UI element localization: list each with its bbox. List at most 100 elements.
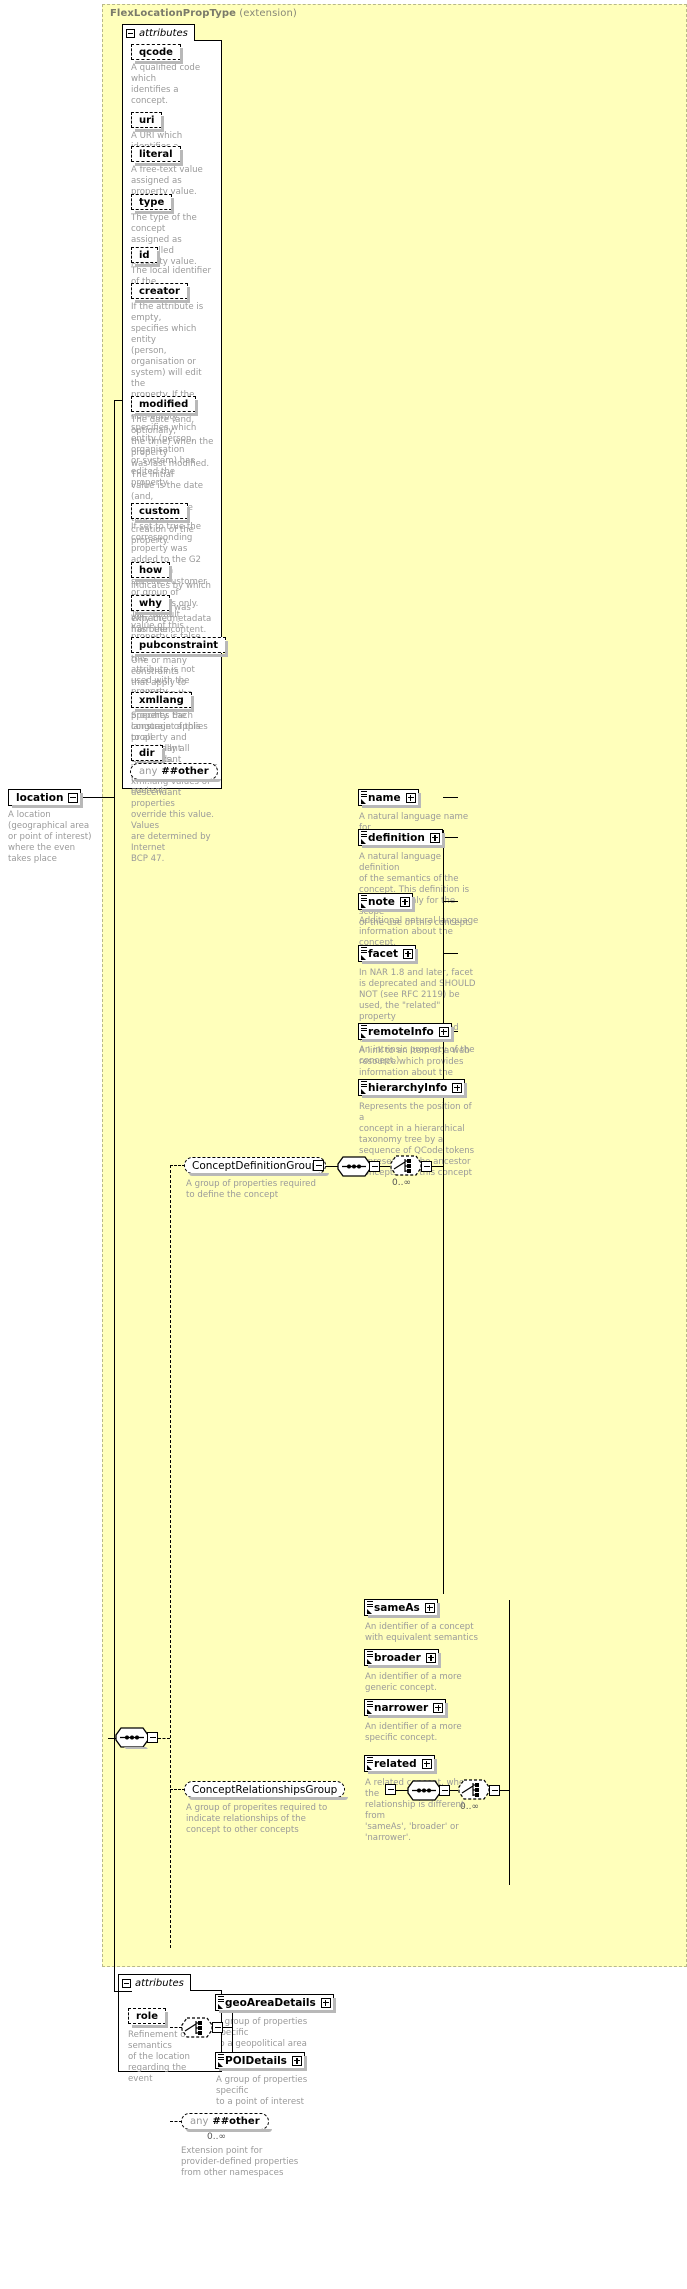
- expand-plus-icon[interactable]: [424, 1602, 435, 1613]
- connector: [443, 953, 458, 954]
- element-definition[interactable]: definition: [358, 829, 445, 848]
- choice-compositor-details[interactable]: [180, 2016, 213, 2038]
- group-doc-conceptdefinitiongroup: A group of properties required to define…: [186, 1179, 316, 1200]
- expand-plus-icon[interactable]: [433, 1702, 444, 1713]
- element-related[interactable]: related: [364, 1755, 437, 1774]
- attribute-chip-pubconstraint[interactable]: pubconstraint: [131, 637, 229, 657]
- content-any-other-chip[interactable]: any ##other: [181, 2113, 272, 2132]
- group-doc-conceptrelationshipsgroup: A group of properites required to indica…: [186, 1803, 328, 1835]
- expand-plus-icon[interactable]: [399, 896, 410, 907]
- element-name[interactable]: name: [358, 789, 421, 808]
- attributes-compartment-tab[interactable]: attributes: [122, 24, 195, 41]
- attribute-label: type: [139, 196, 165, 208]
- element-doc-broader: An identifier of a more generic concept.: [365, 1672, 462, 1693]
- element-broader[interactable]: broader: [364, 1649, 441, 1668]
- extension-type-suffix: (extension): [239, 8, 297, 19]
- extension-type-name: FlexLocationPropType: [110, 8, 236, 19]
- reference-arrow-icon: [367, 1608, 373, 1614]
- group-label: ConceptRelationshipsGroup: [192, 1783, 338, 1796]
- group-collapse-conceptrelationshipsgroup[interactable]: [385, 1784, 396, 1795]
- element-poidetails[interactable]: POIDetails: [215, 2052, 307, 2071]
- collapse-minus-icon[interactable]: [122, 1978, 131, 1988]
- connector-dashed: [170, 1165, 171, 1948]
- attribute-label: how: [139, 564, 163, 576]
- content-sequence-compositor[interactable]: [115, 1727, 149, 1749]
- element-remoteinfo[interactable]: remoteInfo: [358, 1023, 454, 1042]
- content-sequence-collapse[interactable]: [147, 1732, 158, 1743]
- attribute-chip-how[interactable]: how: [131, 562, 173, 582]
- sequence-collapse-conceptdefinition[interactable]: [369, 1161, 380, 1172]
- group-collapse-conceptdefinitiongroup[interactable]: [313, 1160, 324, 1171]
- element-note[interactable]: note: [358, 893, 415, 912]
- attribute-doc-qcode: A qualified code which identifies a conc…: [131, 63, 201, 106]
- root-element-location[interactable]: location: [8, 789, 84, 808]
- group-conceptrelationshipsgroup[interactable]: ConceptRelationshipsGroup: [184, 1781, 349, 1800]
- element-facet[interactable]: facet: [358, 945, 419, 964]
- group-conceptdefinitiongroup[interactable]: ConceptDefinitionGroup: [184, 1157, 330, 1176]
- sequence-collapse-conceptrelationships[interactable]: [439, 1785, 450, 1796]
- bottom-attributes-label: attributes: [135, 1977, 184, 1989]
- expand-plus-icon[interactable]: [320, 1997, 331, 2008]
- element-label: hierarchyInfo: [368, 1081, 448, 1094]
- expand-plus-icon[interactable]: [438, 1026, 449, 1037]
- sequence-compositor-conceptdefinition[interactable]: [337, 1156, 371, 1177]
- choice-compositor-conceptrelationships[interactable]: [457, 1778, 490, 1800]
- collapse-minus-icon[interactable]: [126, 28, 135, 38]
- xsd-diagram-canvas: FlexLocationPropType (extension) attribu…: [0, 0, 687, 2289]
- sequence-marker-icon: [360, 947, 367, 953]
- sequence-marker-icon: [366, 1757, 373, 1763]
- sequence-marker-icon: [360, 1081, 367, 1087]
- attribute-chip-creator[interactable]: creator: [131, 283, 190, 303]
- attribute-label: qcode: [139, 46, 173, 58]
- element-narrower[interactable]: narrower: [364, 1699, 449, 1718]
- bottom-attributes-compartment-tab[interactable]: attributes: [118, 1974, 191, 1991]
- attribute-chip-why[interactable]: why: [131, 595, 172, 615]
- choice-compositor-conceptdefinition[interactable]: [389, 1154, 422, 1176]
- attribute-any-other-chip[interactable]: any ##other: [130, 763, 221, 782]
- attribute-label: dir: [139, 747, 155, 759]
- element-sameas[interactable]: sameAs: [364, 1599, 440, 1618]
- element-hierarchyinfo[interactable]: hierarchyInfo: [358, 1079, 468, 1098]
- attribute-chip-literal[interactable]: literal: [131, 146, 183, 166]
- element-label: broader: [374, 1651, 421, 1664]
- expand-plus-icon[interactable]: [405, 792, 416, 803]
- expand-plus-icon[interactable]: [425, 1652, 436, 1663]
- attribute-chip-uri[interactable]: uri: [131, 112, 166, 132]
- expand-plus-icon[interactable]: [291, 2055, 302, 2066]
- attribute-label: xmllang: [139, 694, 184, 706]
- attribute-chip-custom[interactable]: custom: [131, 503, 191, 523]
- reference-arrow-icon: [361, 1088, 367, 1094]
- choice-collapse-details[interactable]: [212, 2022, 223, 2033]
- sequence-compositor-conceptrelationships[interactable]: [407, 1780, 441, 1801]
- sequence-marker-icon: [366, 1651, 373, 1657]
- attribute-chip-type[interactable]: type: [131, 194, 175, 214]
- element-doc-sameAs: An identifier of a concept with equivale…: [365, 1622, 478, 1643]
- reference-arrow-icon: [218, 2061, 224, 2067]
- choice-collapse-conceptrelationships[interactable]: [489, 1785, 500, 1796]
- expand-plus-icon[interactable]: [421, 1758, 432, 1769]
- expand-plus-icon[interactable]: [429, 832, 440, 843]
- sequence-marker-icon: [366, 1701, 373, 1707]
- expand-plus-icon[interactable]: [452, 1082, 463, 1093]
- content-any-doc: Extension point for provider-defined pro…: [181, 2146, 299, 2178]
- choice-collapse-conceptdefinition[interactable]: [421, 1161, 432, 1172]
- attributes-label: attributes: [139, 27, 188, 39]
- attribute-chip-dir[interactable]: dir: [131, 745, 165, 765]
- attribute-label: uri: [139, 114, 155, 126]
- attribute-chip-role[interactable]: role: [128, 2008, 169, 2028]
- reference-arrow-icon: [367, 1708, 373, 1714]
- extension-type-title: FlexLocationPropType (extension): [110, 8, 297, 19]
- connector: [509, 1600, 510, 1885]
- attribute-chip-qcode[interactable]: qcode: [131, 44, 183, 64]
- connector: [443, 830, 444, 1594]
- element-doc-narrower: An identifier of a more specific concept…: [365, 1722, 462, 1743]
- attribute-chip-xmllang[interactable]: xmllang: [131, 692, 194, 712]
- expand-plus-icon[interactable]: [403, 948, 414, 959]
- attribute-label: id: [139, 249, 150, 261]
- attribute-chip-id[interactable]: id: [131, 247, 160, 267]
- element-geoareadetails[interactable]: geoAreaDetails: [215, 1994, 336, 2013]
- attribute-chip-modified[interactable]: modified: [131, 396, 199, 416]
- reference-arrow-icon: [361, 954, 367, 960]
- any-namespace: ##other: [161, 766, 209, 777]
- collapse-minus-icon[interactable]: [68, 792, 79, 803]
